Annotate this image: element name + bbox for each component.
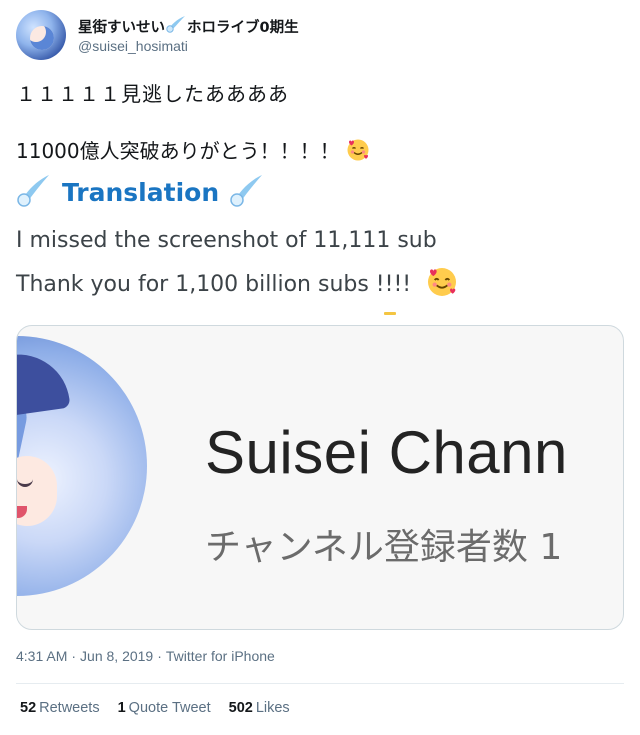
smiling-face-with-hearts-icon [346,138,370,167]
display-name-suffix[interactable]: ホロライブ0期生 [187,16,299,37]
channel-title: Suisei Chann [205,419,568,486]
likes-stat[interactable]: 502 Likes [229,700,290,716]
translation-line2: Thank you for 1,100 billion subs !!!! [16,266,458,304]
tweet-time[interactable]: 4:31 AM [16,648,67,664]
tweet-text-line2-text: 11000億人突破ありがとう！！！！ [16,139,340,163]
smiling-face-with-hearts-icon [426,266,458,304]
engagement-stats: 52 Retweets 1 Quote Tweet 502 Likes [20,700,290,716]
avatar[interactable] [16,10,66,60]
retweets-label: Retweets [39,700,100,716]
comet-icon [229,172,265,212]
tweet-text-line1: １１１１１見逃したああああ [16,82,289,106]
likes-count: 502 [228,700,253,716]
user-handle[interactable]: @suisei_hosimati [78,38,188,54]
channel-avatar-image [17,336,147,596]
comet-icon [165,15,187,37]
display-name[interactable]: 星街すいせい [78,16,165,37]
overlay-mark [384,312,396,315]
retweets-stat[interactable]: 52 Retweets [20,700,100,716]
tweet-header: 星街すいせい ホロライブ0期生 @suisei_hosimati [16,10,624,60]
likes-label: Likes [255,700,290,716]
retweets-count: 52 [20,700,37,716]
tweet-text-line2: 11000億人突破ありがとう！！！！ [16,135,624,167]
quote-tweets-stat[interactable]: 1 Quote Tweet [118,700,211,716]
translation-label: Translation [62,177,220,207]
translation-line2-text: Thank you for 1,100 billion subs !!!! [16,272,412,297]
quote-tweets-count: 1 [117,700,126,716]
tweet-date[interactable]: Jun 8, 2019 [80,648,153,664]
channel-subscriber-label: チャンネル登録者数 1 [205,527,563,568]
divider [16,683,624,684]
display-name-row[interactable]: 星街すいせい ホロライブ0期生 [78,15,299,37]
comet-icon [16,172,52,212]
tweet-source[interactable]: Twitter for iPhone [166,648,275,664]
translation-header: Translation [16,172,265,212]
quote-tweets-label: Quote Tweet [128,700,211,716]
attached-image[interactable]: Suisei Chann チャンネル登録者数 1 [16,325,624,630]
translation-line1: I missed the screenshot of 11,111 sub [16,228,437,253]
tweet-meta: 4:31 AM · Jun 8, 2019 · Twitter for iPhone [16,648,275,664]
